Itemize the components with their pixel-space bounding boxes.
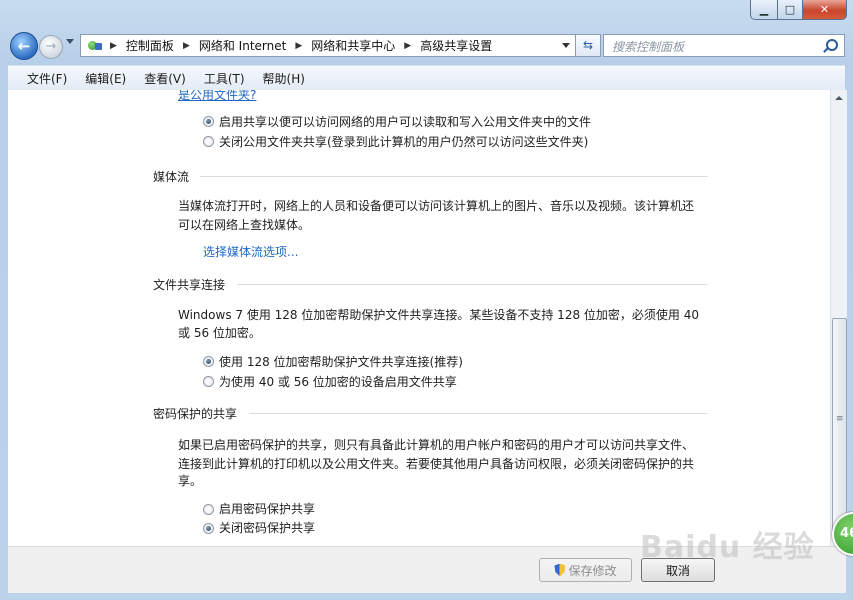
file-sharing-description-line1: Windows 7 使用 128 位加密帮助保护文件共享连接。某些设备不支持 1… — [178, 308, 699, 322]
password-section-title: 密码保护的共享 — [153, 407, 238, 421]
encryption-40-56-label[interactable]: 为使用 40 或 56 位加密的设备启用文件共享 — [219, 373, 457, 390]
address-dropdown-icon[interactable] — [562, 43, 570, 48]
network-icon — [87, 39, 103, 53]
uac-shield-icon — [554, 563, 566, 577]
public-folder-enable-label[interactable]: 启用共享以便可以访问网络的用户可以读取和写入公用文件夹中的文件 — [219, 113, 591, 130]
chevron-right-icon[interactable]: ▶ — [110, 41, 117, 51]
file-sharing-description-line2: 或 56 位加密。 — [178, 326, 261, 340]
radio-public-folder-disable[interactable] — [203, 136, 214, 147]
close-button[interactable]: ✕ — [803, 0, 847, 20]
settings-content: 是公用文件夹? 启用共享以便可以访问网络的用户可以读取和写入公用文件夹中的文件 … — [8, 90, 830, 546]
section-divider — [200, 176, 708, 177]
search-input[interactable]: 搜索控制面板 — [603, 34, 845, 57]
explorer-window: ▁ □ ✕ ← → ▶ 控制面板 ▶ 网络和 Internet ▶ 网络和共享中… — [0, 0, 853, 600]
minimize-button[interactable]: ▁ — [750, 0, 778, 20]
media-description-line2: 可以在网络上查找媒体。 — [178, 218, 311, 232]
menu-help[interactable]: 帮助(H) — [254, 70, 314, 87]
media-section-title: 媒体流 — [153, 170, 190, 184]
vertical-scrollbar[interactable] — [830, 90, 847, 546]
maximize-button[interactable]: □ — [778, 0, 803, 20]
forward-icon[interactable]: → — [39, 35, 63, 59]
public-folder-disable-label[interactable]: 关闭公用文件夹共享(登录到此计算机的用户仍然可以访问这些文件夹) — [219, 133, 588, 150]
navigation-row: ← → ▶ 控制面板 ▶ 网络和 Internet ▶ 网络和共享中心 ▶ 高级… — [8, 31, 848, 60]
menu-file[interactable]: 文件(F) — [18, 70, 76, 87]
password-description-line2: 连接到此计算机的打印机以及公用文件夹。若要使其他用户具备访问权限，必须关闭密码保… — [178, 457, 695, 471]
section-divider — [249, 413, 708, 414]
public-folder-help-link[interactable]: 是公用文件夹? — [178, 90, 256, 103]
radio-password-enable[interactable] — [203, 504, 214, 515]
encryption-128-label[interactable]: 使用 128 位加密帮助保护文件共享连接(推荐) — [219, 353, 463, 370]
caption-buttons: ▁ □ ✕ — [750, 0, 847, 20]
file-sharing-section-title: 文件共享连接 — [153, 278, 226, 292]
menu-edit[interactable]: 编辑(E) — [76, 70, 135, 87]
scroll-up-arrow-icon[interactable] — [831, 90, 847, 106]
baidu-watermark: Baidu 经验 — [640, 530, 815, 565]
chevron-right-icon[interactable]: ▶ — [295, 41, 302, 51]
password-description-line3: 享。 — [178, 474, 203, 488]
radio-public-folder-enable[interactable] — [203, 116, 214, 127]
password-disable-label[interactable]: 关闭密码保护共享 — [219, 519, 315, 536]
media-streaming-options-link[interactable]: 选择媒体流选项... — [203, 243, 298, 260]
menu-view[interactable]: 查看(V) — [135, 70, 195, 87]
save-changes-button[interactable]: 保存修改 — [539, 558, 632, 582]
scroll-thumb[interactable] — [832, 318, 847, 535]
password-description-line1: 如果已启用密码保护的共享，则只有具备此计算机的用户帐户和密码的用户才可以访问共享… — [178, 438, 695, 452]
search-placeholder: 搜索控制面板 — [612, 40, 685, 54]
password-enable-label[interactable]: 启用密码保护共享 — [219, 500, 315, 517]
section-divider — [237, 284, 708, 285]
refresh-icon[interactable]: ⇆ — [575, 34, 601, 57]
menu-bar: 文件(F) 编辑(E) 查看(V) 工具(T) 帮助(H) — [8, 65, 845, 90]
breadcrumb-network-sharing-center[interactable]: 网络和共享中心 — [311, 37, 395, 54]
media-description-line1: 当媒体流打开时，网络上的人员和设备便可以访问该计算机上的图片、音乐以及视频。该计… — [178, 199, 695, 213]
recent-pages-chevron-icon[interactable] — [66, 39, 74, 44]
address-bar[interactable]: ▶ 控制面板 ▶ 网络和 Internet ▶ 网络和共享中心 ▶ 高级共享设置 — [80, 34, 577, 57]
radio-40-56bit-encryption[interactable] — [203, 376, 214, 387]
breadcrumb-control-panel[interactable]: 控制面板 — [126, 37, 174, 54]
radio-128bit-encryption[interactable] — [203, 356, 214, 367]
chevron-right-icon[interactable]: ▶ — [183, 41, 190, 51]
breadcrumb-network-internet[interactable]: 网络和 Internet — [199, 37, 286, 54]
breadcrumb-advanced-sharing[interactable]: 高级共享设置 — [420, 37, 492, 54]
search-icon[interactable] — [826, 39, 838, 51]
save-changes-label: 保存修改 — [568, 563, 617, 578]
menu-tools[interactable]: 工具(T) — [195, 70, 254, 87]
back-icon[interactable]: ← — [10, 32, 38, 60]
chevron-right-icon[interactable]: ▶ — [404, 41, 411, 51]
radio-password-disable[interactable] — [203, 523, 214, 534]
